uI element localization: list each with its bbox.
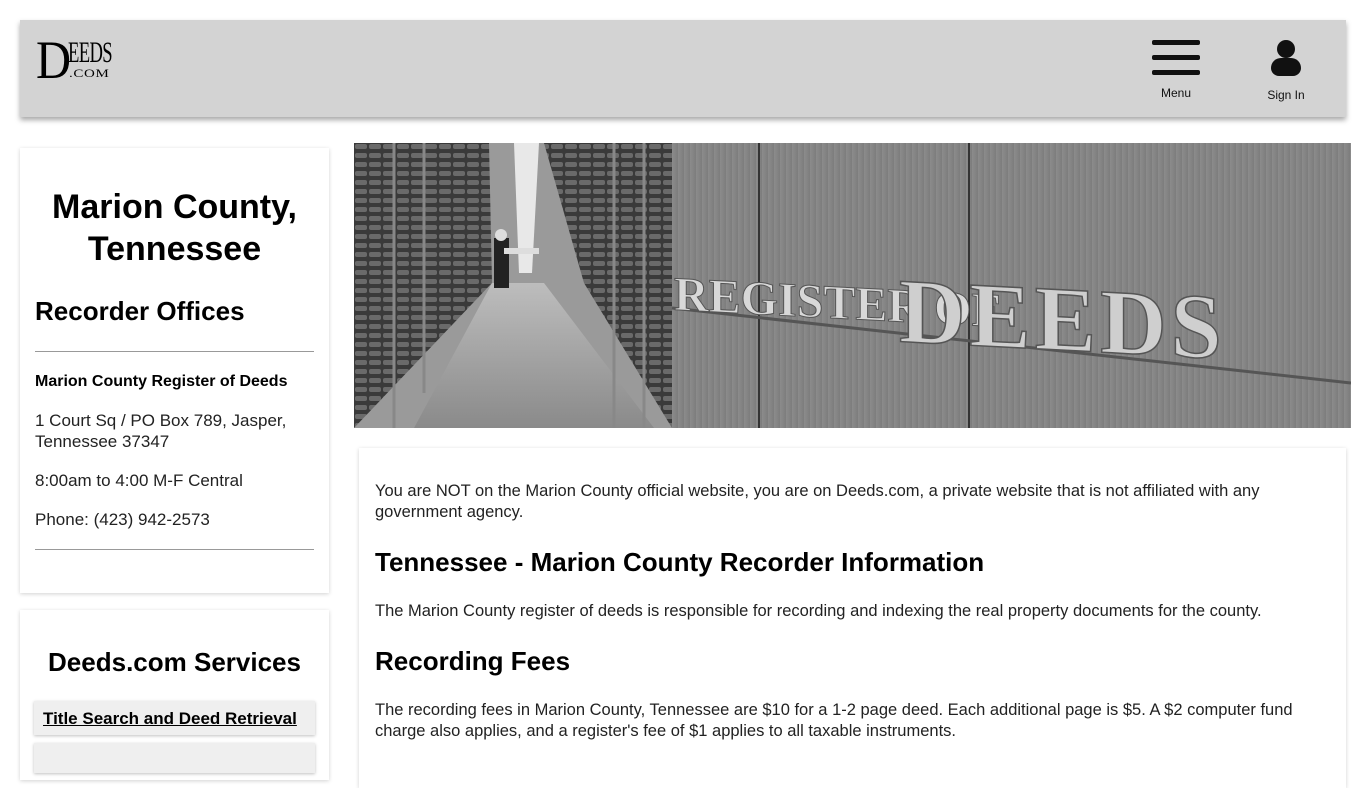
county-title: Marion County, Tennessee [52,188,297,268]
office-name: Marion County Register of Deeds [35,373,288,390]
logo-rest: EEDS [68,36,113,69]
recording-fees-text: The recording fees in Marion County, Ten… [375,701,1293,740]
office-address: 1 Court Sq / PO Box 789, Jasper, Tenness… [35,411,287,451]
recording-fees-heading: Recording Fees [375,646,571,676]
recorder-offices-heading: Recorder Offices [35,296,245,326]
main-content: You are NOT on the Marion County officia… [359,448,1346,788]
disclaimer-text: You are NOT on the Marion County officia… [375,482,1260,521]
service-link-title-search[interactable]: Title Search and Deed Retrieval [34,701,315,735]
divider [35,549,314,550]
user-icon [1270,40,1302,78]
office-hours: 8:00am to 4:00 M-F Central [35,471,243,490]
service-link[interactable] [34,743,315,773]
recorder-info-heading: Tennessee - Marion County Recorder Infor… [375,547,985,577]
menu-button[interactable]: Menu [1148,38,1204,100]
hamburger-icon [1152,38,1200,78]
logo-big-letter: D [36,30,71,90]
hero-image: REGISTER OF DEEDS [354,143,1351,428]
services-heading: Deeds.com Services [48,647,301,677]
services-card: Deeds.com Services Title Search and Deed… [20,610,329,780]
logo-suffix: .COM [69,66,110,80]
deeds-logo[interactable]: D EEDS .COM [36,30,136,90]
register-of-deeds-photo: REGISTER OF DEEDS [354,143,1351,428]
sign-text-right: DEEDS [899,260,1226,379]
site-header: D EEDS .COM Menu Sign In [20,20,1346,117]
recorder-info-text: The Marion County register of deeds is r… [375,602,1262,620]
sign-in-button[interactable]: Sign In [1258,38,1314,102]
divider [35,351,314,352]
office-phone: Phone: (423) 942-2573 [35,510,210,529]
sign-in-label: Sign In [1267,88,1305,102]
menu-label: Menu [1160,86,1192,100]
recorder-office-card: Marion County, Tennessee Recorder Office… [20,148,329,593]
